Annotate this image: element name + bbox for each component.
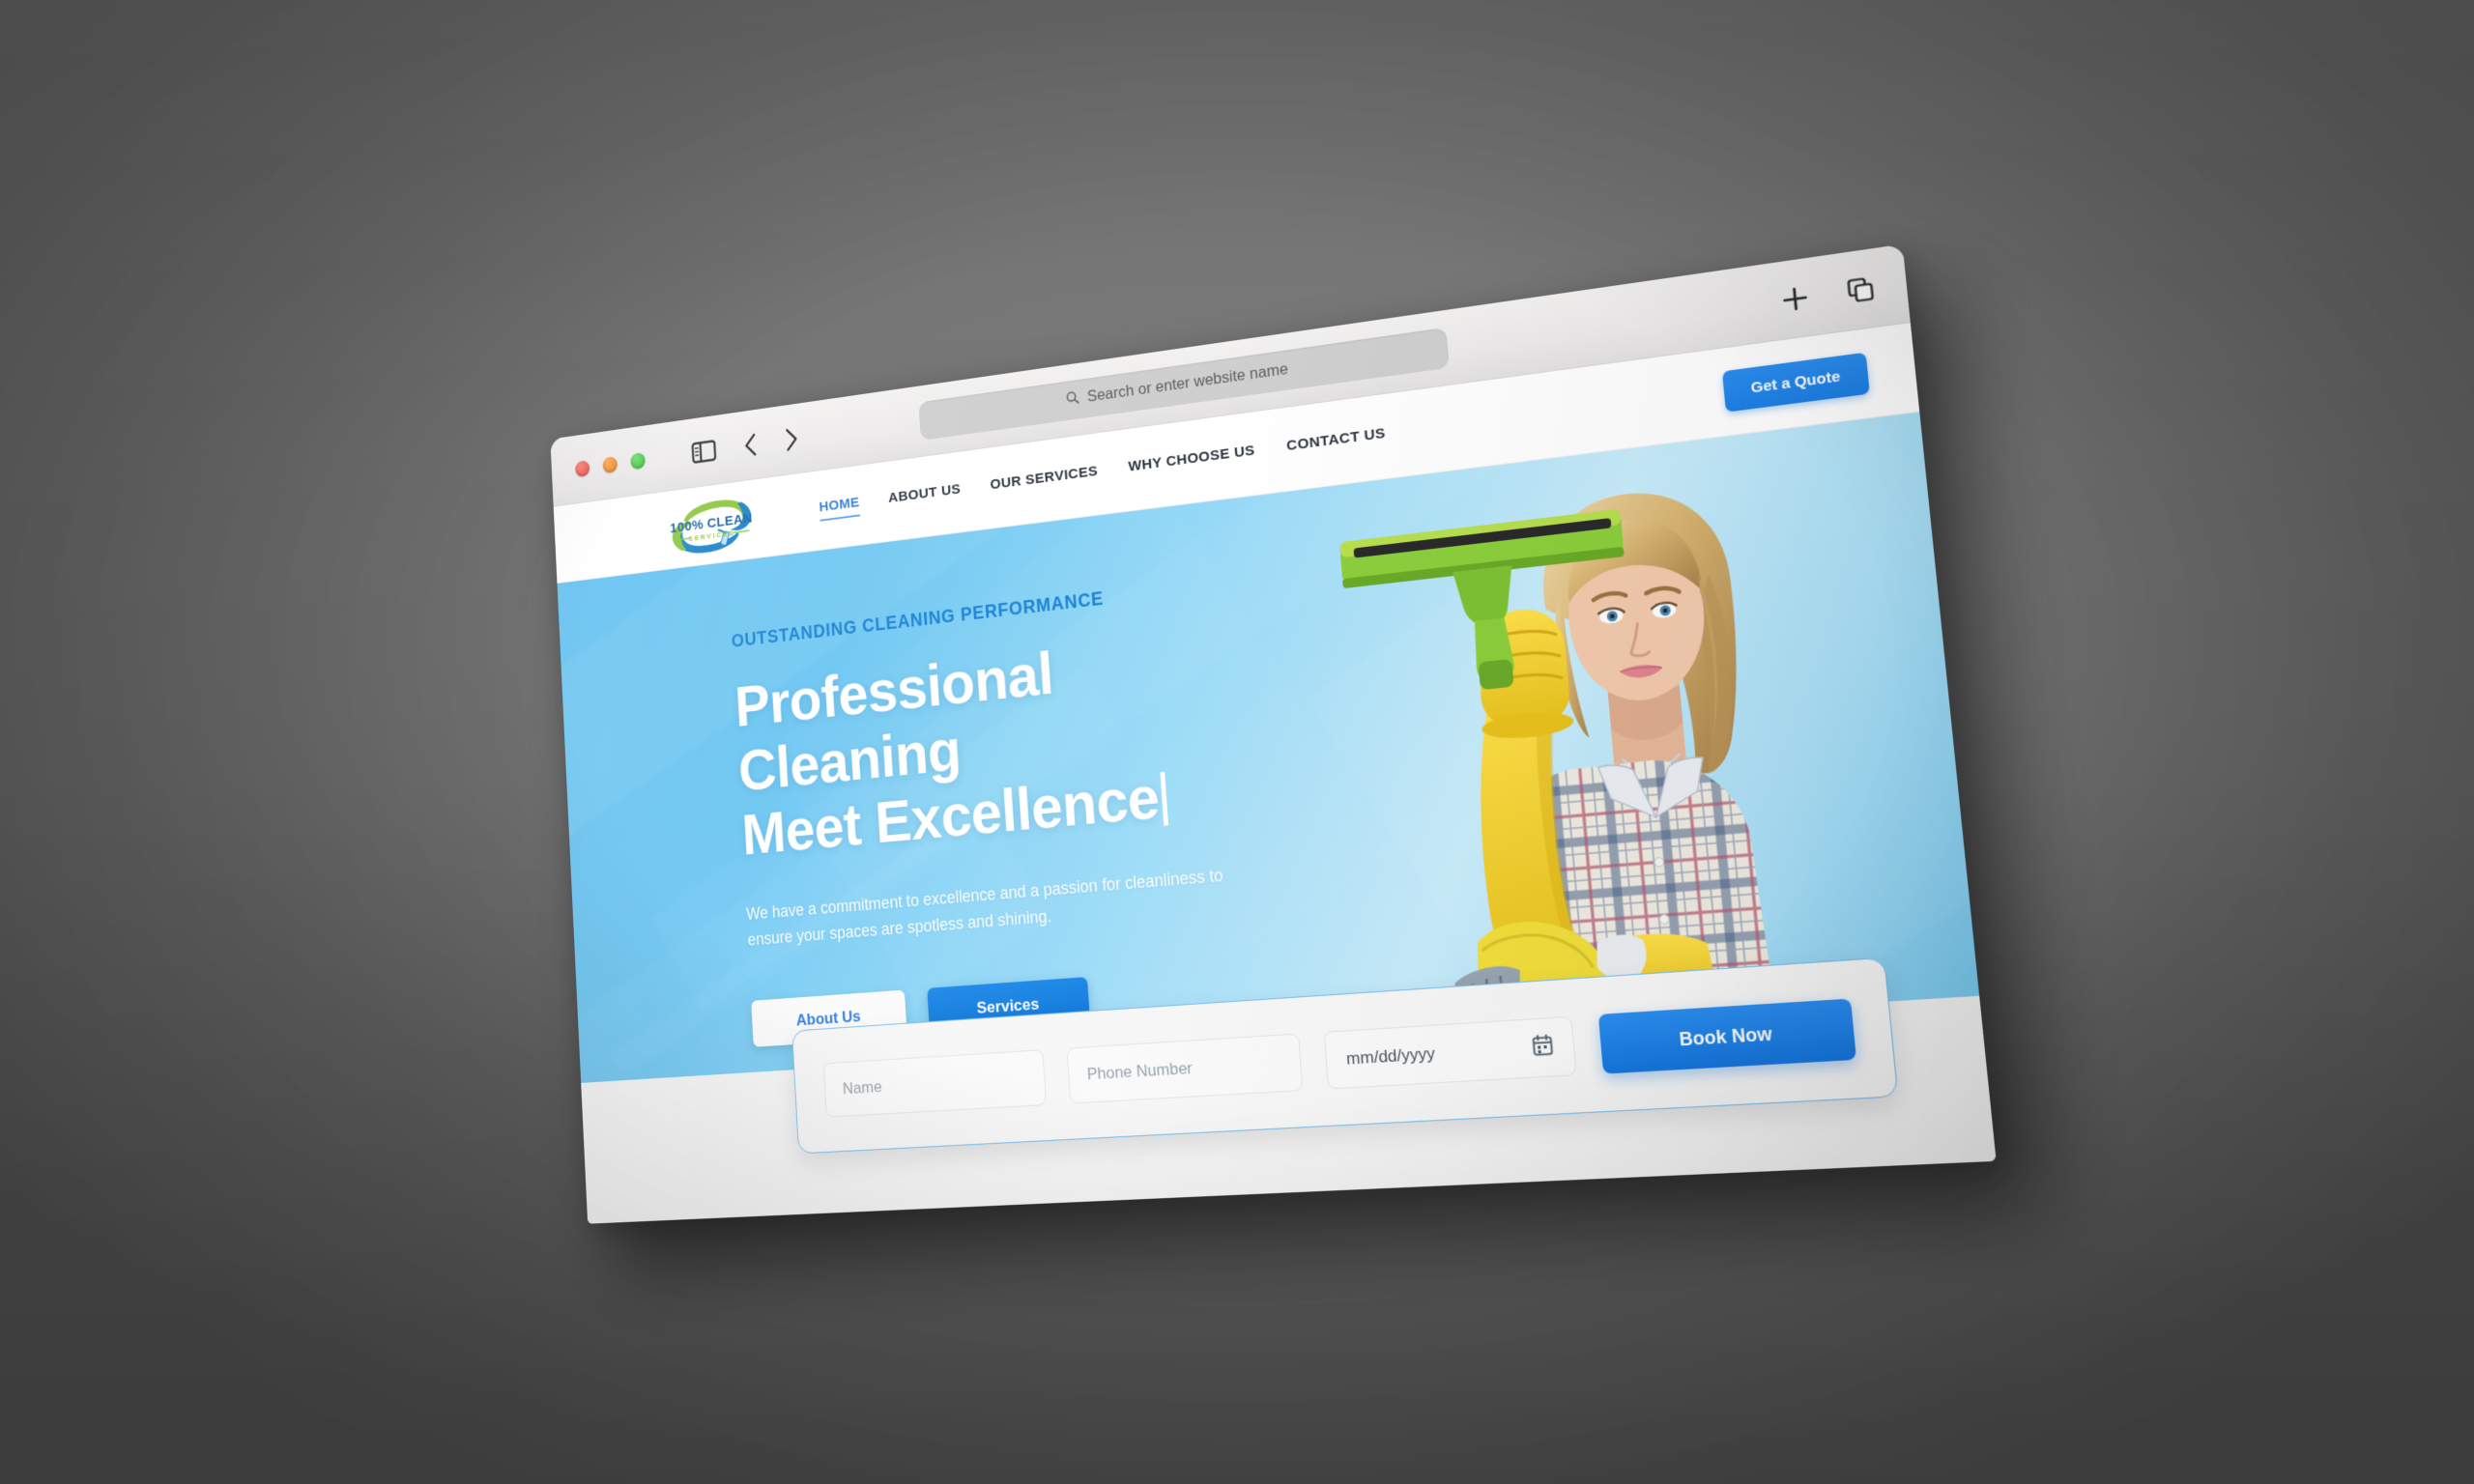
book-now-button[interactable]: Book Now — [1598, 999, 1856, 1074]
site-logo[interactable]: 100% CLEAN SERVICES — [657, 484, 766, 563]
nav-item-why-choose-us[interactable]: WHY CHOOSE US — [1128, 442, 1256, 481]
address-bar-placeholder: Search or enter website name — [1086, 360, 1288, 406]
search-icon — [1065, 389, 1079, 410]
sidebar-icon[interactable] — [691, 439, 716, 463]
calendar-icon[interactable] — [1532, 1034, 1554, 1062]
nav-item-home[interactable]: HOME — [819, 495, 860, 521]
browser-window: Search or enter website name 100% CLEAN … — [550, 244, 1996, 1224]
name-input-placeholder: Name — [842, 1077, 882, 1099]
nav-item-about-us[interactable]: ABOUT US — [888, 481, 962, 511]
date-input-placeholder: mm/dd/yyyy — [1345, 1044, 1435, 1070]
chevron-right-icon[interactable] — [785, 426, 799, 451]
date-input[interactable]: mm/dd/yyyy — [1324, 1016, 1577, 1090]
hero-subtext: We have a commitment to excellence and a… — [746, 860, 1245, 954]
hero-image-woman-with-squeegee — [1276, 442, 1856, 1038]
get-a-quote-button[interactable]: Get a Quote — [1722, 353, 1870, 413]
nav-item-contact-us[interactable]: CONTACT US — [1286, 425, 1387, 460]
chevron-left-icon[interactable] — [743, 432, 758, 457]
phone-input[interactable]: Phone Number — [1066, 1033, 1304, 1103]
maximize-window-button[interactable] — [630, 451, 646, 469]
text-caret — [1160, 772, 1168, 826]
copy-tabs-icon[interactable] — [1846, 274, 1876, 304]
traffic-lights — [575, 451, 646, 476]
name-input[interactable]: Name — [823, 1049, 1047, 1118]
mockup-stage: Search or enter website name 100% CLEAN … — [0, 0, 2474, 1484]
hero-headline: Professional Cleaning Meet Excellence — [734, 615, 1292, 869]
nav-item-our-services[interactable]: OUR SERVICES — [990, 463, 1099, 499]
plus-icon[interactable] — [1780, 284, 1810, 314]
close-window-button[interactable] — [575, 460, 590, 477]
minimize-window-button[interactable] — [602, 455, 618, 472]
phone-input-placeholder: Phone Number — [1086, 1059, 1193, 1085]
